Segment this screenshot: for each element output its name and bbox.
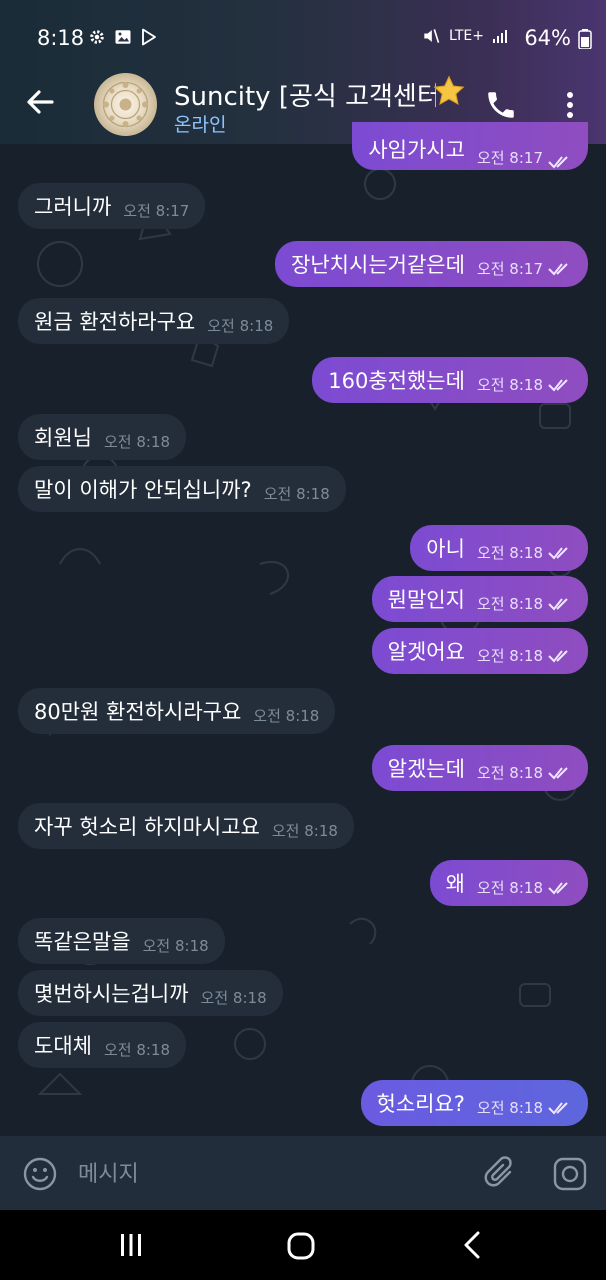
read-checkmarks-icon [548,547,568,560]
emoji-icon[interactable] [22,1156,58,1192]
incoming-message[interactable]: 자꾸 헛소리 하지마시고요 오전 8:18 [18,803,354,849]
outgoing-message[interactable]: 아니 오전 8:18 [410,525,588,571]
message-text: 알겟어요 [387,640,465,664]
message-time: 오전 8:18 [103,1040,171,1059]
battery-percent: 64% [524,26,571,50]
status-system-icons: LTE+ [421,26,508,46]
signal-icon [493,30,507,43]
battery-icon [578,29,592,49]
message-text: 알겠는데 [387,757,465,781]
status-time: 8:18 [37,26,85,50]
gallery-icon [115,30,131,44]
mute-icon [424,29,440,43]
incoming-message[interactable]: 회원님 오전 8:18 [18,414,187,460]
message-input-bar [0,1136,606,1210]
read-checkmarks-icon [548,379,568,392]
read-checkmarks-icon [548,650,568,663]
message-text: 자꾸 헛소리 하지마시고요 [34,815,260,839]
network-type: LTE+ [449,28,484,44]
message-text: 아니 [426,537,465,561]
message-time: 오전 8:18 [263,484,330,503]
outgoing-message[interactable]: 헛소리요? 오전 8:18 [360,1080,588,1126]
message-text: 160충전했는데 [328,369,465,393]
settings-gear-icon [90,30,104,44]
message-time: 오전 8:17 [476,259,543,278]
read-checkmarks-icon [548,156,568,169]
message-time: 오전 8:18 [476,878,543,897]
back-arrow-icon[interactable] [22,84,58,120]
message-time: 오전 8:18 [476,763,543,782]
read-checkmarks-icon [548,598,568,611]
message-time: 오전 8:18 [476,646,543,665]
chat-title[interactable]: Suncity [공식 고객센터 [174,76,436,113]
message-time: 오전 8:18 [253,706,320,725]
nav-back-icon[interactable] [462,1230,482,1260]
message-time: 오전 8:18 [271,821,338,840]
home-icon[interactable] [287,1232,315,1260]
outgoing-message[interactable]: 장난치시는거같은데 오전 8:17 [275,241,588,287]
recents-icon[interactable] [118,1232,144,1258]
message-text: 장난치시는거같은데 [291,253,465,277]
avatar-emblem-icon [102,81,149,128]
message-text: 말이 이해가 안되십니까? [34,478,252,502]
camera-icon[interactable] [552,1156,588,1192]
message-text: 사임가시고 [368,138,465,162]
message-text: 그러니까 [34,195,112,219]
message-time: 오전 8:18 [207,316,274,335]
read-checkmarks-icon [548,767,568,780]
online-status: 온라인 [174,114,227,136]
incoming-message[interactable]: 원금 환전하라구요 오전 8:18 [18,298,290,344]
outgoing-message[interactable]: 뭔말인지 오전 8:18 [371,576,588,622]
incoming-message[interactable]: 80만원 환전하시라구요 오전 8:18 [18,688,336,734]
read-checkmarks-icon [548,882,568,895]
message-text: 똑같은말을 [34,930,131,954]
message-text: 원금 환전하라구요 [34,310,196,334]
message-time: 오전 8:17 [123,201,190,220]
avatar[interactable] [94,73,157,136]
message-input[interactable] [76,1154,460,1194]
status-bar: 8:18 LTE+ 64% [0,0,606,70]
outgoing-message[interactable]: 알겟어요 오전 8:18 [371,628,588,674]
message-text: 도대체 [34,1034,92,1058]
message-time: 오전 8:18 [476,1098,543,1117]
system-nav-bar [0,1210,606,1280]
star-icon [433,75,465,105]
outgoing-message[interactable]: 사임가시고 오전 8:17 [352,122,588,170]
play-store-icon [142,28,156,46]
message-time: 오전 8:18 [476,543,543,562]
message-time: 오전 8:18 [200,988,267,1007]
message-time: 오전 8:18 [476,594,543,613]
outgoing-message[interactable]: 160충전했는데 오전 8:18 [312,357,588,403]
message-time: 오전 8:18 [476,375,543,394]
incoming-message[interactable]: 똑같은말을 오전 8:18 [18,918,225,964]
outgoing-message[interactable]: 왜 오전 8:18 [429,860,588,906]
read-checkmarks-icon [548,263,568,276]
incoming-message[interactable]: 몇번하시는겁니까 오전 8:18 [18,970,283,1016]
incoming-message[interactable]: 그러니까 오전 8:17 [18,183,206,229]
message-text: 80만원 환전하시라구요 [34,700,242,724]
more-options-icon[interactable] [558,88,582,122]
message-text: 뭔말인지 [387,588,465,612]
status-notification-icons [88,28,158,46]
incoming-message[interactable]: 도대체 오전 8:18 [18,1022,187,1068]
paperclip-icon[interactable] [484,1154,518,1192]
read-checkmarks-icon [548,1102,568,1115]
message-text: 왜 [445,872,465,896]
message-text: 헛소리요? [376,1092,465,1116]
message-time: 오전 8:18 [103,432,171,451]
message-time: 오전 8:17 [476,149,543,167]
incoming-message[interactable]: 말이 이해가 안되십니까? 오전 8:18 [18,466,346,512]
message-text: 회원님 [34,426,92,450]
message-time: 오전 8:18 [142,936,209,955]
outgoing-message[interactable]: 알겠는데 오전 8:18 [371,745,588,791]
message-text: 몇번하시는겁니까 [34,982,189,1006]
phone-icon[interactable] [484,88,518,122]
